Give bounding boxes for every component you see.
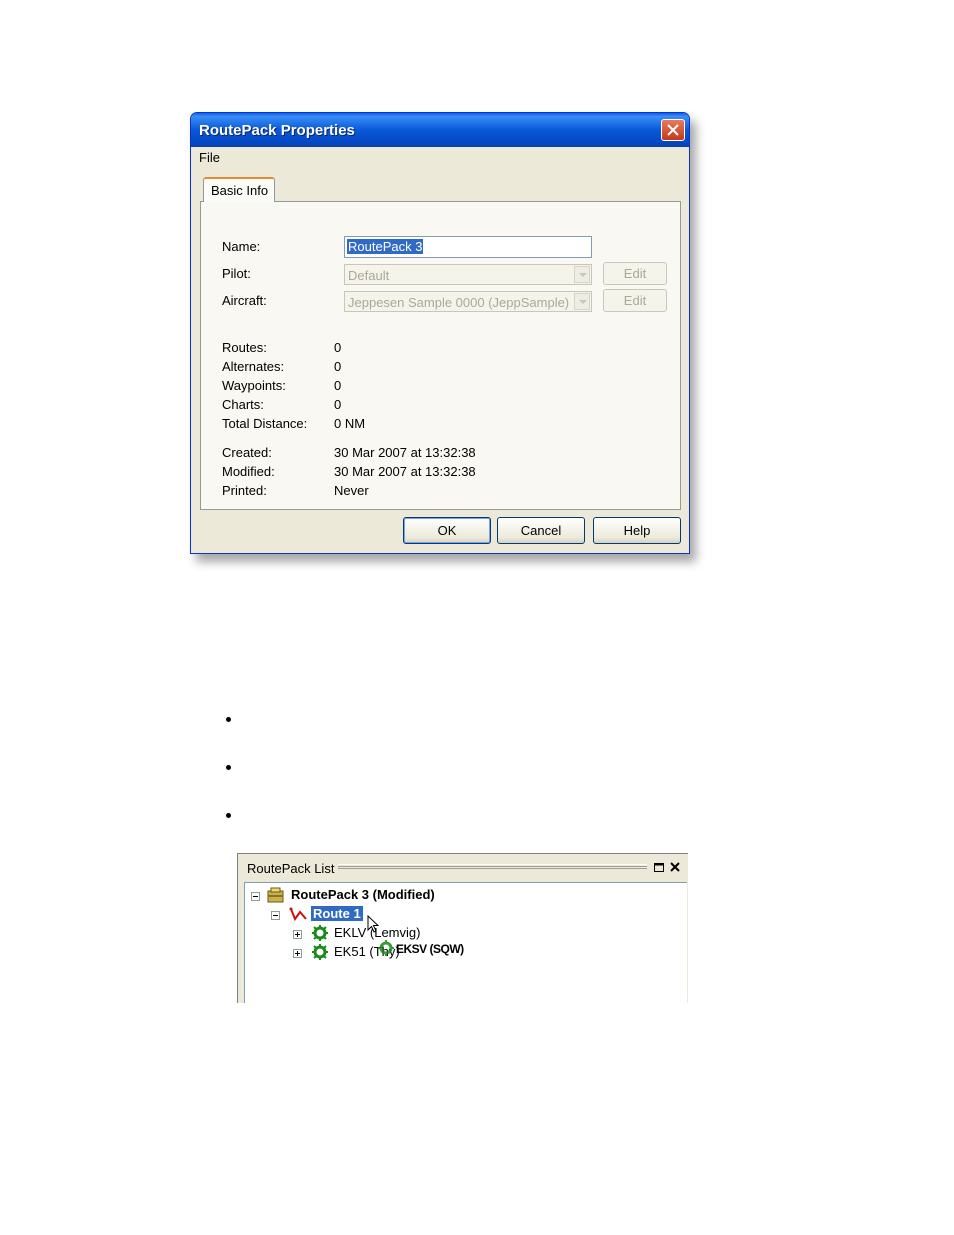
ok-button[interactable]: OK <box>403 517 491 544</box>
name-value: RoutePack 3 <box>347 239 424 254</box>
airport-icon <box>312 944 328 960</box>
panel-header: RoutePack List <box>238 854 688 882</box>
basic-info-panel: Name: RoutePack 3 Pilot: Default Edit Ai… <box>200 201 681 510</box>
airport-icon <box>312 925 328 941</box>
title-bar[interactable]: RoutePack Properties <box>191 113 689 147</box>
dialog-title: RoutePack Properties <box>199 122 355 139</box>
chevron-down-icon <box>574 293 590 310</box>
panel-grip[interactable] <box>338 864 647 869</box>
menu-bar: File <box>191 147 689 167</box>
expand-toggle[interactable] <box>293 949 302 958</box>
waypoints-value: 0 <box>334 378 342 393</box>
help-button[interactable]: Help <box>593 517 681 544</box>
tab-basic-info[interactable]: Basic Info <box>203 177 275 202</box>
expand-toggle[interactable] <box>293 930 302 939</box>
printed-value: Never <box>334 483 369 498</box>
aircraft-edit-button: Edit <box>603 289 667 312</box>
total-distance-label: Total Distance: <box>222 416 308 431</box>
pilot-select: Default <box>344 264 592 285</box>
modified-value: 30 Mar 2007 at 13:32:38 <box>334 464 476 479</box>
name-label: Name: <box>222 239 261 254</box>
aircraft-label: Aircraft: <box>222 293 267 308</box>
bullet-point <box>226 813 231 818</box>
waypoints-label: Waypoints: <box>222 378 286 393</box>
restore-icon[interactable] <box>653 861 665 873</box>
bullet-point <box>226 765 231 770</box>
drag-ghost-label: EKSV (SQW) <box>396 942 464 956</box>
route-icon <box>289 907 307 922</box>
routes-value: 0 <box>334 340 342 355</box>
pilot-value: Default <box>348 268 390 283</box>
collapse-toggle[interactable] <box>271 911 280 920</box>
close-icon[interactable] <box>669 861 681 873</box>
aircraft-value: Jeppesen Sample 0000 (JeppSample) <box>348 295 570 310</box>
routepack-list-panel: RoutePack List RoutePack 3 (Modified) Ro… <box>237 853 688 1003</box>
airport-icon <box>378 940 394 956</box>
cancel-button[interactable]: Cancel <box>497 517 585 544</box>
tab-label: Basic Info <box>211 183 269 198</box>
routepack-properties-dialog: RoutePack Properties File Basic Info Nam… <box>190 112 690 554</box>
cursor-icon <box>367 915 380 933</box>
menu-file[interactable]: File <box>199 150 220 165</box>
aircraft-select: Jeppesen Sample 0000 (JeppSample) <box>344 291 592 312</box>
chevron-down-icon <box>574 266 590 283</box>
pilot-label: Pilot: <box>222 266 251 281</box>
created-value: 30 Mar 2007 at 13:32:38 <box>334 445 476 460</box>
close-icon <box>667 124 679 136</box>
panel-title: RoutePack List <box>247 861 335 876</box>
close-button[interactable] <box>661 119 685 141</box>
pilot-edit-button: Edit <box>603 262 667 285</box>
collapse-toggle[interactable] <box>251 892 260 901</box>
tree-root-label[interactable]: RoutePack 3 (Modified) <box>291 887 435 902</box>
total-distance-value: 0 NM <box>334 416 366 431</box>
routepack-icon <box>267 887 284 903</box>
routepack-tree: RoutePack 3 (Modified) Route 1 EKLV (Lem… <box>244 882 687 1003</box>
alternates-label: Alternates: <box>222 359 285 374</box>
created-label: Created: <box>222 445 272 460</box>
routes-label: Routes: <box>222 340 267 355</box>
charts-label: Charts: <box>222 397 264 412</box>
charts-value: 0 <box>334 397 342 412</box>
modified-label: Modified: <box>222 464 275 479</box>
alternates-value: 0 <box>334 359 342 374</box>
bullet-point <box>226 717 231 722</box>
name-field[interactable]: RoutePack 3 <box>344 236 592 258</box>
printed-label: Printed: <box>222 483 267 498</box>
tree-route-label[interactable]: Route 1 <box>311 906 363 921</box>
